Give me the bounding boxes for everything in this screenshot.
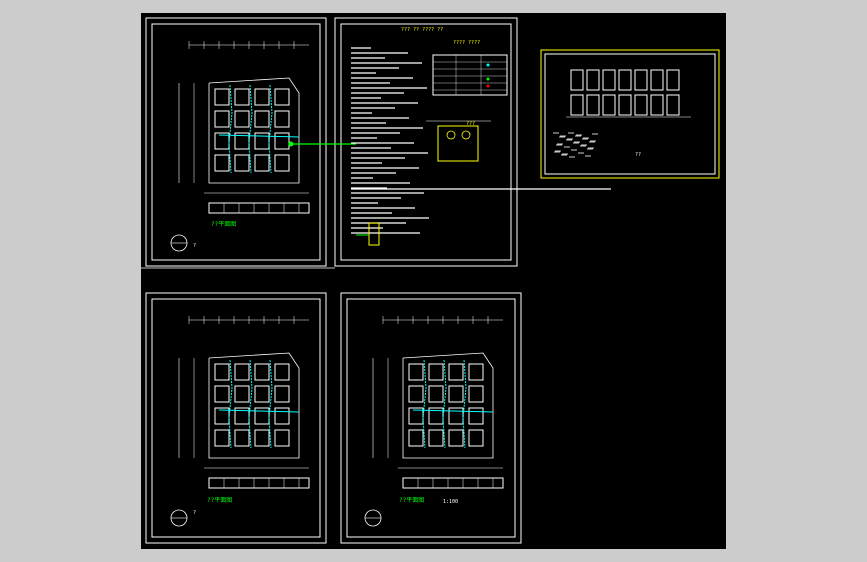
plan-top-left-room [254,88,270,106]
plan-top-left-room [214,88,230,106]
plan-top-left-outer-wall [208,77,300,184]
notes-detail-caption: ??? [466,121,476,127]
plan-bottom-left-room [274,429,290,447]
thumbnail-room [634,69,648,91]
detail-circle [461,130,471,140]
thumbnail-room [650,69,664,91]
plan-bottom-right-pipe-horizontal [412,409,494,413]
plan-bottom-left-pipe-horizontal [218,409,300,413]
thumbnail-room [586,94,600,116]
plan-bottom-left-room [254,407,270,425]
thumbnail-room [618,94,632,116]
sheet-border-bottom-left [151,298,321,538]
plan-bottom-right-room [468,385,484,403]
plan-bottom-left-room [254,363,270,381]
detail-box [437,125,479,162]
plan-top-left-room [254,154,270,172]
plan-bottom-left-room [234,385,250,403]
plan-bottom-left-room [214,363,230,381]
thumbnail-room [570,94,584,116]
plan-top-left-room [254,110,270,128]
sheet-border-bottom-right [346,298,516,538]
legend-red [486,84,490,88]
north-label-top-left: ? [193,243,197,249]
plan-top-left-room [214,110,230,128]
sheet-caption-bottom-right: ??平面图 [399,497,425,504]
thumbnail-room [634,94,648,116]
thumbnail-room [586,69,600,91]
thumbnail-room [666,94,680,116]
sheet-caption-bottom-left: ??平面图 [207,497,233,504]
plan-top-left-room [234,110,250,128]
thumbnail-room [570,69,584,91]
plan-bottom-right-room [408,429,424,447]
plan-bottom-right-room [428,385,444,403]
plan-bottom-left-outer-wall [208,352,300,459]
plan-bottom-right-room [448,407,464,425]
legend-cyan [486,63,490,67]
thumbnail-room [602,94,616,116]
plan-bottom-left-room [254,385,270,403]
plan-bottom-right-room [468,363,484,381]
plan-top-left-room [254,132,270,150]
thumbnail-room [650,94,664,116]
plan-bottom-left-room [274,385,290,403]
plan-bottom-right-room [428,363,444,381]
plan-bottom-right-room [468,429,484,447]
sheet-border-notes [340,23,512,261]
plan-top-left-room [274,154,290,172]
plan-bottom-right-room [408,363,424,381]
plan-bottom-left-room [274,363,290,381]
notes-header: ??? ?? ???? ?? [401,27,444,33]
legend-green [486,77,490,81]
thumbnail-room [602,69,616,91]
notes-table [432,54,508,96]
plan-bottom-right-room [408,385,424,403]
plan-top-left-room [274,110,290,128]
green-leader-dot [288,141,294,147]
plan-top-left-room [234,154,250,172]
sheet-caption-top-left: ??平面图 [211,221,237,228]
plan-top-left-room [274,88,290,106]
small-detail-box [368,222,380,246]
plan-bottom-left-room [234,429,250,447]
sheet-frame-bottom-right [340,292,522,544]
plan-top-left-room [274,132,290,150]
drawing-canvas[interactable]: ??平面图 ? ??? ?? ???? ?? ???? ???? ??? ?? … [141,13,726,549]
thumbnail-frame [540,49,720,179]
plan-top-left-room [234,88,250,106]
scale-note: 1:100 [443,499,459,505]
north-label-bottom-left: ? [193,510,197,516]
thumbnail-room [666,69,680,91]
thumbnail-room [618,69,632,91]
plan-bottom-right-room [448,429,464,447]
plan-bottom-left-room [234,363,250,381]
notes-table-title: ???? ???? [453,40,481,46]
plan-bottom-right-room [468,407,484,425]
plan-bottom-left-room [214,429,230,447]
plan-bottom-right-room [448,385,464,403]
detail-circle [446,130,456,140]
cad-drawing [141,17,720,544]
plan-top-left-pipe-horizontal [218,134,300,138]
plan-bottom-right-room [428,429,444,447]
plan-top-left-room [214,154,230,172]
plan-bottom-right-room [448,363,464,381]
plan-bottom-left-room [274,407,290,425]
thumbnail-caption: ?? [635,152,642,158]
plan-bottom-left-room [214,385,230,403]
plan-bottom-left-room [254,429,270,447]
plan-bottom-right-outer-wall [402,352,494,459]
